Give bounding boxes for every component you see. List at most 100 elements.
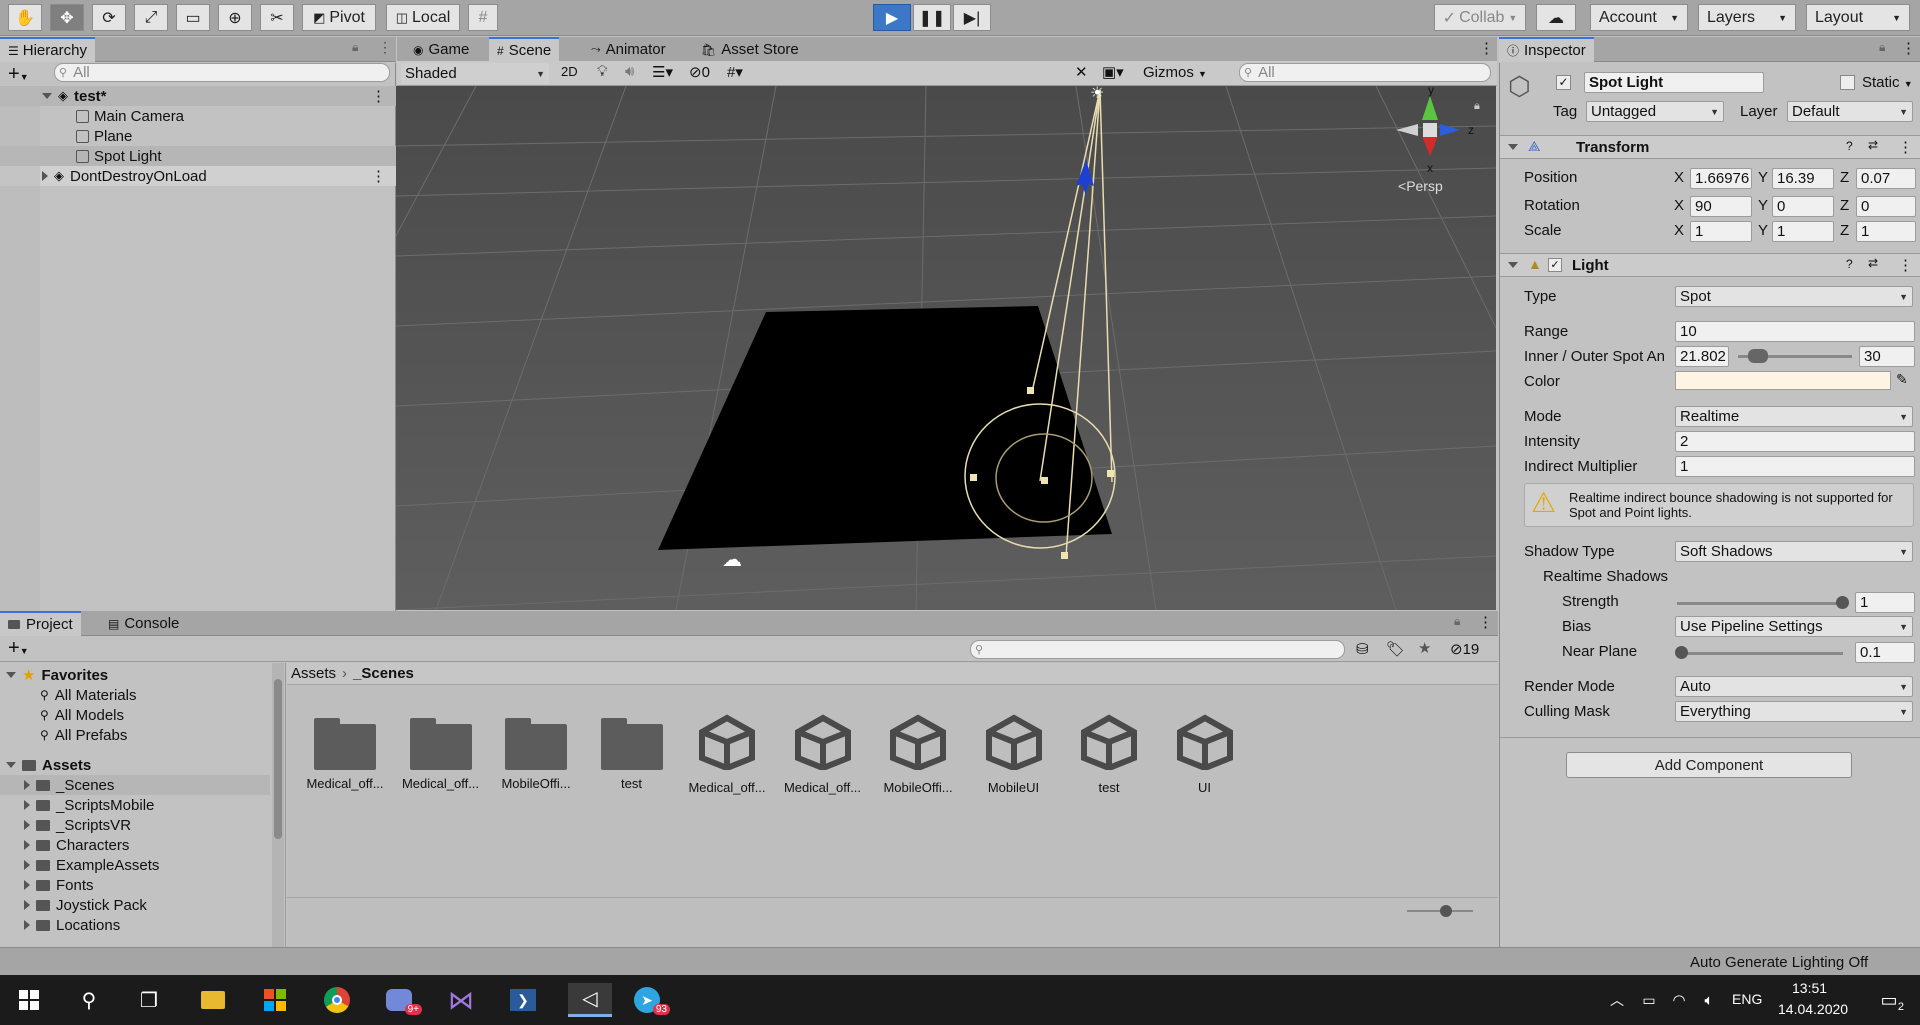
expand-arrow-icon[interactable] (24, 800, 30, 810)
transform-header[interactable]: ⟁ Transform ? ⇄ ⋮ (1500, 135, 1920, 159)
favorites-row[interactable]: ★ Favorites (0, 665, 108, 685)
menu-icon[interactable]: ⋮ (1898, 256, 1913, 274)
spot-angle-slider-thumb[interactable] (1748, 349, 1768, 363)
bias-dropdown[interactable]: Use Pipeline Settings (1675, 616, 1913, 637)
intensity-field[interactable]: 2 (1675, 431, 1915, 452)
folder-asset[interactable]: Medical_off... (303, 712, 387, 798)
camera-icon[interactable]: ▣▾ (1102, 63, 1124, 81)
list-item[interactable]: _Scenes (0, 775, 270, 795)
task-view-icon[interactable]: ❐ (132, 983, 166, 1017)
menu-icon[interactable]: ⋮ (1898, 138, 1913, 156)
hidden-packages-toggle[interactable]: ⊘19 (1450, 640, 1479, 658)
rect-tool-button[interactable]: ▭ (176, 4, 210, 31)
list-item[interactable]: Locations (0, 915, 120, 935)
color-swatch[interactable] (1675, 371, 1891, 390)
add-component-button[interactable]: Add Component (1566, 752, 1852, 778)
shadow-type-dropdown[interactable]: Soft Shadows (1675, 541, 1913, 562)
expand-arrow-icon[interactable] (42, 171, 48, 181)
expand-arrow-icon[interactable] (24, 780, 30, 790)
folder-asset[interactable]: test (590, 712, 674, 798)
favorite-star-icon[interactable]: ★ (1418, 639, 1431, 657)
powershell-icon[interactable]: ❯ (506, 983, 540, 1017)
help-icon[interactable]: ? (1846, 139, 1853, 153)
tag-dropdown[interactable]: Untagged (1586, 101, 1724, 122)
gizmo-center[interactable] (1423, 123, 1437, 137)
expand-arrow-icon[interactable] (24, 820, 30, 830)
collapse-arrow-icon[interactable] (1508, 262, 1518, 268)
scene-canvas[interactable]: ☀ ☁ (396, 86, 1496, 610)
light-header[interactable]: ▲ ✓ Light ? ⇄ ⋮ (1500, 253, 1920, 277)
persp-label[interactable]: <Persp (1398, 178, 1443, 194)
scale-z-field[interactable]: 1 (1856, 221, 1916, 242)
hierarchy-search-input[interactable]: ⚲ All (54, 63, 390, 82)
list-item[interactable]: Fonts (0, 875, 94, 895)
scene-row[interactable]: ◈ test* ⋮ (0, 86, 396, 106)
list-item[interactable]: Joystick Pack (0, 895, 147, 915)
mode-dropdown[interactable]: Realtime (1675, 406, 1913, 427)
expand-arrow-icon[interactable] (24, 840, 30, 850)
expand-arrow-icon[interactable] (42, 93, 52, 99)
list-item[interactable]: ExampleAssets (0, 855, 159, 875)
x-axis-cone[interactable] (1422, 136, 1438, 156)
rotate-tool-button[interactable]: ⟳ (92, 4, 126, 31)
project-search-input[interactable]: ⚲ (970, 640, 1345, 659)
custom-tool-button[interactable]: ✂ (260, 4, 294, 31)
language-indicator[interactable]: ENG (1732, 991, 1762, 1007)
2d-toggle[interactable]: 2D (561, 64, 578, 79)
list-item[interactable]: ⚲ All Prefabs (0, 725, 127, 745)
list-item[interactable]: _ScriptsMobile (0, 795, 154, 815)
chrome-icon[interactable] (320, 983, 354, 1017)
hand-tool-button[interactable]: ✋ (8, 4, 42, 31)
scene-viewport[interactable]: ☀ ☁ y z x <Persp 🔒︎ (396, 86, 1496, 610)
scene-asset[interactable]: MobileOffi... (876, 712, 960, 798)
shading-mode-dropdown[interactable]: Shaded (401, 63, 549, 84)
near-plane-slider-thumb[interactable] (1675, 646, 1688, 659)
range-field[interactable]: 10 (1675, 321, 1915, 342)
dontdestroy-row[interactable]: ◈ DontDestroyOnLoad ⋮ (0, 166, 396, 186)
strength-field[interactable]: 1 (1855, 592, 1915, 613)
scene-asset[interactable]: MobileUI (972, 712, 1056, 798)
clock-date[interactable]: 14.04.2020 (1778, 1001, 1848, 1017)
store-icon[interactable] (258, 983, 292, 1017)
list-item[interactable]: Main Camera (0, 106, 396, 126)
list-item[interactable]: ⚲ All Materials (0, 685, 136, 705)
tab-scene[interactable]: # Scene (489, 37, 560, 62)
tab-asset-store[interactable]: 🛍︎ Asset Store (693, 37, 807, 62)
grid-snap-button[interactable]: # (468, 4, 498, 31)
active-checkbox[interactable]: ✓ (1556, 75, 1571, 90)
list-item[interactable]: _ScriptsVR (0, 815, 131, 835)
create-button[interactable]: +▼ (8, 63, 29, 86)
neg-x-cone[interactable] (1396, 124, 1418, 136)
tab-console[interactable]: ▤ Console (100, 611, 187, 636)
scene-search-input[interactable]: ⚲ All (1239, 63, 1491, 82)
file-explorer-icon[interactable] (196, 983, 230, 1017)
discord-icon[interactable]: 9+ (382, 983, 422, 1017)
position-z-field[interactable]: 0.07 (1856, 168, 1916, 189)
notifications-icon[interactable]: ▭ 2 (1872, 983, 1906, 1017)
scene-asset[interactable]: UI (1163, 712, 1247, 798)
battery-icon[interactable]: ▭ (1632, 983, 1666, 1017)
lock-icon[interactable]: 🔒︎ (1454, 614, 1460, 629)
eyedropper-icon[interactable]: ✎ (1896, 371, 1908, 388)
local-button[interactable]: ◫ Local (386, 4, 460, 31)
expand-arrow-icon[interactable] (6, 762, 16, 768)
pause-button[interactable]: ❚❚ (913, 4, 951, 31)
folder-asset[interactable]: Medical_off... (399, 712, 483, 798)
rotation-y-field[interactable]: 0 (1772, 196, 1834, 217)
expand-arrow-icon[interactable] (24, 880, 30, 890)
volume-icon[interactable]: 🔈︎ (1692, 983, 1726, 1017)
tab-hierarchy[interactable]: ☰ Hierarchy (0, 37, 95, 62)
search-icon[interactable]: ⚲ (72, 983, 106, 1017)
lighting-status[interactable]: Auto Generate Lighting Off (1690, 954, 1868, 971)
light-enabled-checkbox[interactable]: ✓ (1548, 258, 1562, 272)
filter-type-icon[interactable]: ⛁ (1356, 640, 1369, 658)
breadcrumb-item[interactable]: _Scenes (353, 665, 414, 682)
gizmos-dropdown[interactable]: Gizmos ▼ (1143, 64, 1207, 81)
pivot-button[interactable]: ◩ Pivot (302, 4, 376, 31)
wifi-icon[interactable]: ◠ (1662, 983, 1696, 1017)
menu-icon[interactable]: ⋮ (371, 87, 386, 105)
near-plane-field[interactable]: 0.1 (1855, 642, 1915, 663)
type-dropdown[interactable]: Spot (1675, 286, 1913, 307)
filter-label-icon[interactable]: 🏷︎ (1386, 640, 1405, 658)
layers-dropdown[interactable]: Layers ▼ (1698, 4, 1796, 31)
